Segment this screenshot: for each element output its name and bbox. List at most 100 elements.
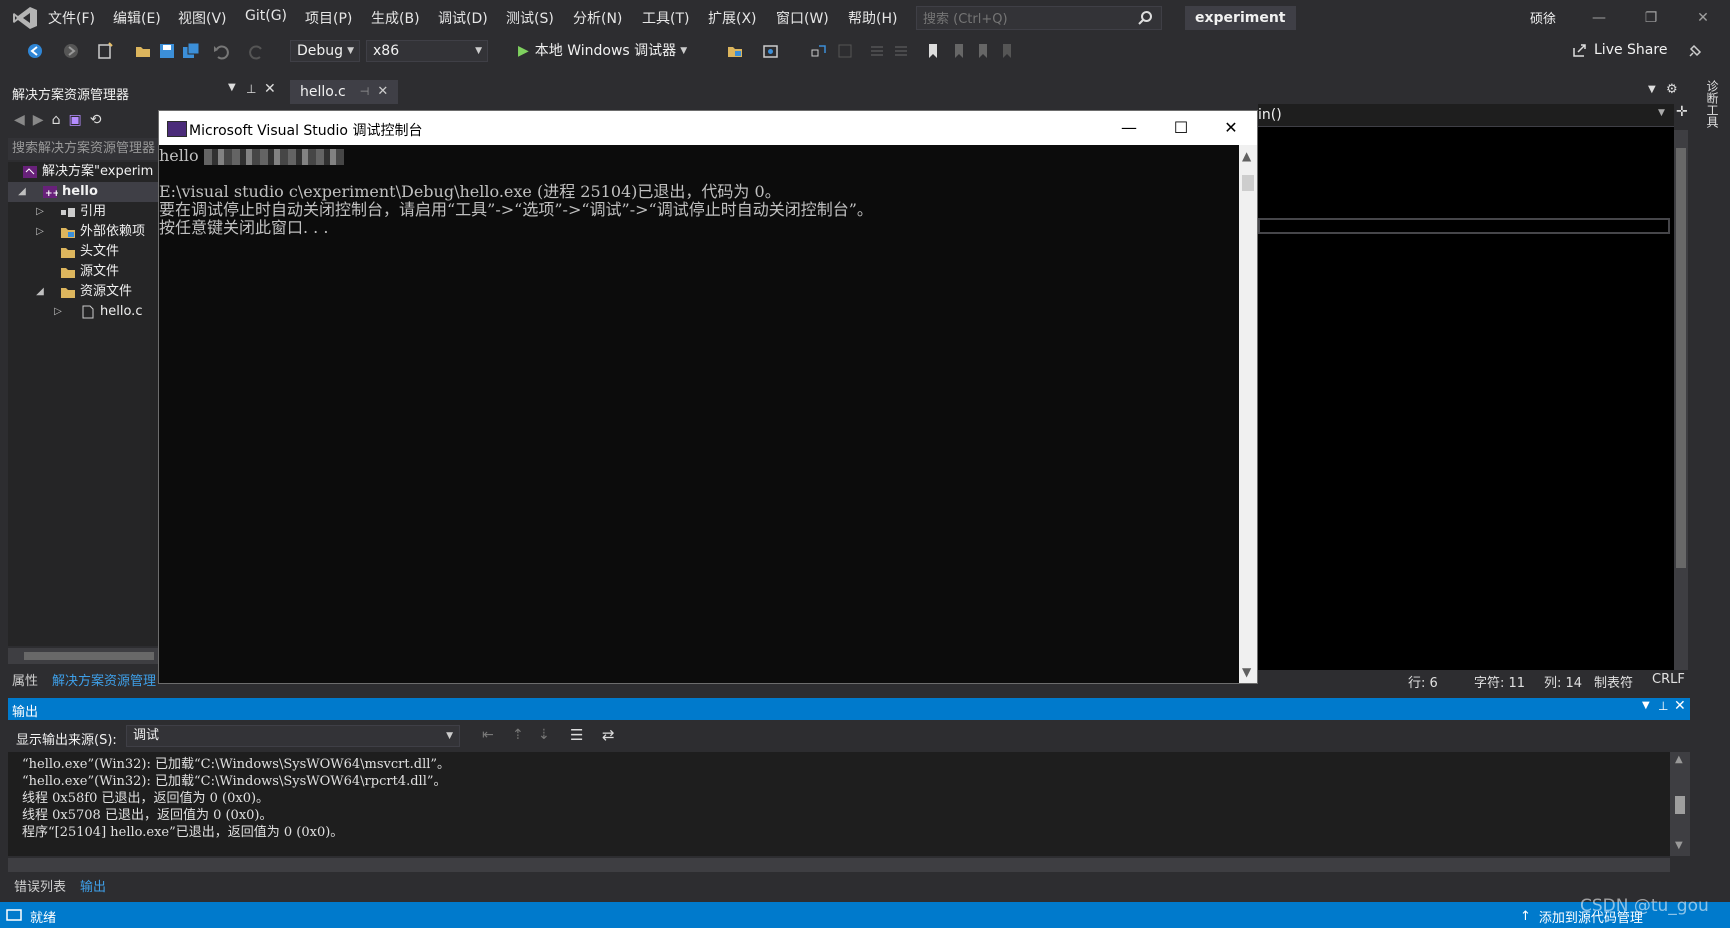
console-vertical-scrollbar[interactable]: ▲ ▼: [1239, 145, 1257, 683]
feedback-icon[interactable]: [1686, 42, 1704, 60]
close-icon[interactable]: ✕: [1688, 6, 1718, 30]
uncomment-icon[interactable]: [892, 42, 910, 60]
scrollbar-thumb[interactable]: [1676, 148, 1686, 568]
user-avatar[interactable]: 硕徐: [1530, 8, 1556, 27]
format-icon[interactable]: [836, 42, 854, 60]
scroll-down-icon[interactable]: ▼: [1242, 665, 1251, 679]
scroll-up-icon[interactable]: ▲: [1675, 754, 1683, 765]
tree-item-header-files[interactable]: 头文件: [8, 242, 158, 262]
chevron-down-icon[interactable]: ▼: [1642, 700, 1650, 711]
redo-icon[interactable]: [248, 42, 266, 60]
tab-output[interactable]: 输出: [80, 876, 106, 895]
screenshot-icon[interactable]: [762, 42, 780, 60]
output-text-area[interactable]: “hello.exe”(Win32): 已加载“C:\Windows\SysWO…: [8, 752, 1670, 856]
switch-views-icon[interactable]: ▣: [68, 112, 81, 128]
chevron-down-icon[interactable]: ▼: [228, 82, 236, 93]
maximize-icon[interactable]: ☐: [1155, 111, 1207, 145]
menu-extensions[interactable]: 扩展(X): [708, 8, 757, 28]
collapsed-arrow-icon[interactable]: ▷: [34, 222, 46, 242]
pin-icon[interactable]: ⊣: [360, 80, 370, 104]
home-icon[interactable]: ⌂: [52, 112, 61, 128]
prev-bookmark-icon[interactable]: [950, 42, 968, 60]
debug-console-window[interactable]: Microsoft Visual Studio 调试控制台 — ☐ ✕ hell…: [158, 110, 1258, 684]
minimize-icon[interactable]: —: [1584, 6, 1614, 30]
solution-search-field[interactable]: 搜索解决方案资源管理器: [8, 138, 158, 160]
tree-item-source-files[interactable]: 源文件: [8, 262, 158, 282]
tab-error-list[interactable]: 错误列表: [14, 876, 66, 895]
forward-icon[interactable]: ▶: [33, 112, 44, 128]
forward-arrow-icon[interactable]: [62, 42, 80, 60]
scroll-down-icon[interactable]: ▼: [1675, 840, 1683, 851]
navigation-bar[interactable]: in() ▼: [1258, 104, 1674, 127]
save-all-icon[interactable]: [182, 42, 200, 60]
next-bookmark-icon[interactable]: [974, 42, 992, 60]
restore-icon[interactable]: ❐: [1636, 6, 1666, 30]
menu-test[interactable]: 测试(S): [506, 8, 554, 28]
gear-icon[interactable]: ⚙: [1666, 82, 1678, 97]
diagnostic-tools-tab[interactable]: 诊断工具: [1704, 80, 1721, 128]
pin-icon[interactable]: ⊥: [246, 82, 256, 96]
member-dropdown[interactable]: in(): [1258, 107, 1282, 123]
next-message-icon[interactable]: ⇣: [538, 727, 550, 743]
menu-build[interactable]: 生成(B): [371, 8, 420, 28]
history-icon[interactable]: ⟲: [90, 112, 102, 128]
back-icon[interactable]: ◀: [14, 112, 25, 128]
live-share-button[interactable]: Live Share: [1572, 42, 1667, 58]
comment-icon[interactable]: [868, 42, 886, 60]
menu-view[interactable]: 视图(V): [178, 8, 227, 28]
collapsed-arrow-icon[interactable]: ▷: [34, 202, 46, 222]
column-indicator[interactable]: 列: 14: [1544, 672, 1582, 691]
expanded-arrow-icon[interactable]: ◢: [16, 182, 28, 202]
tree-item-hello-c[interactable]: ▷ hello.c: [8, 302, 158, 322]
collapsed-arrow-icon[interactable]: ▷: [52, 302, 64, 322]
bookmark-icon[interactable]: [924, 42, 942, 60]
menu-project[interactable]: 项目(P): [305, 8, 352, 28]
menu-git[interactable]: Git(G): [245, 8, 287, 24]
scrollbar-thumb[interactable]: [24, 652, 154, 660]
platform-select[interactable]: x86 ▼: [366, 40, 488, 62]
tab-hello-c[interactable]: hello.c ⊣ ✕: [290, 80, 399, 104]
clear-all-icon[interactable]: ☰: [570, 726, 583, 744]
step-into-icon[interactable]: [810, 42, 828, 60]
eol-indicator[interactable]: CRLF: [1652, 672, 1685, 687]
find-message-icon[interactable]: ⇤: [482, 727, 494, 743]
scroll-up-icon[interactable]: ▲: [1242, 149, 1251, 163]
output-vertical-scrollbar[interactable]: ▲ ▼: [1670, 752, 1690, 856]
menu-tools[interactable]: 工具(T): [642, 8, 689, 28]
solution-horizontal-scrollbar[interactable]: [8, 648, 158, 664]
search-box[interactable]: [916, 6, 1162, 31]
close-icon[interactable]: ✕: [264, 81, 276, 97]
search-input[interactable]: [917, 7, 1135, 31]
close-icon[interactable]: ✕: [1205, 111, 1257, 145]
menu-file[interactable]: 文件(F): [48, 8, 95, 28]
configuration-select[interactable]: Debug ▼: [290, 40, 360, 62]
scrollbar-thumb[interactable]: [1242, 175, 1254, 191]
output-source-select[interactable]: 调试 ▼: [126, 725, 460, 747]
menu-edit[interactable]: 编辑(E): [113, 8, 161, 28]
tab-solution-explorer[interactable]: 解决方案资源管理: [52, 670, 156, 689]
char-indicator[interactable]: 字符: 11: [1474, 672, 1525, 691]
tree-item-project-hello[interactable]: ◢ ++ hello: [8, 182, 158, 202]
menu-window[interactable]: 窗口(W): [776, 8, 829, 28]
new-project-icon[interactable]: [96, 42, 114, 60]
line-indicator[interactable]: 行: 6: [1408, 672, 1438, 691]
save-icon[interactable]: [158, 42, 176, 60]
menu-debug[interactable]: 调试(D): [438, 8, 488, 28]
chevron-down-icon[interactable]: ▼: [1658, 108, 1665, 118]
output-horizontal-scrollbar[interactable]: [8, 858, 1670, 872]
menu-analyze[interactable]: 分析(N): [573, 8, 622, 28]
minimize-icon[interactable]: —: [1103, 111, 1155, 145]
code-editor[interactable]: [1258, 104, 1674, 670]
word-wrap-icon[interactable]: ⇄: [602, 726, 615, 744]
open-folder-icon[interactable]: [134, 42, 152, 60]
back-arrow-icon[interactable]: [26, 42, 44, 60]
close-icon[interactable]: ✕: [1674, 698, 1686, 714]
menu-help[interactable]: 帮助(H): [848, 8, 897, 28]
diagnostic-tools-strip[interactable]: 诊断工具: [1700, 80, 1730, 280]
tabs-indicator[interactable]: 制表符: [1594, 672, 1633, 691]
tree-item-solution[interactable]: 解决方案"experim: [22, 162, 153, 182]
pin-icon[interactable]: ⊥: [1658, 699, 1668, 713]
split-icon[interactable]: ✛: [1676, 104, 1688, 120]
tree-item-references[interactable]: ▷ 引用: [8, 202, 158, 222]
tree-item-resource-files[interactable]: ◢ 资源文件: [8, 282, 158, 302]
